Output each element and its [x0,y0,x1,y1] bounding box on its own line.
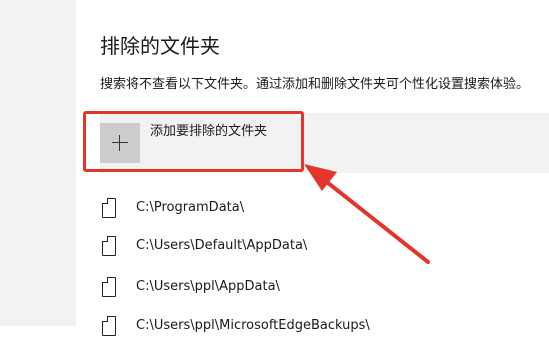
folder-path: C:\ProgramData\ [136,200,245,215]
folder-icon [101,235,116,256]
folder-path: C:\Users\Default\AppData\ [136,238,308,253]
folder-path: C:\Users\ppl\AppData\ [136,279,280,294]
highlight-box [83,111,304,172]
folder-icon [101,315,116,336]
left-strip [0,0,76,326]
section-description: 搜索将不查看以下文件夹。通过添加和删除文件夹可个性化设置搜索体验。 [100,77,530,92]
folder-icon [101,197,116,218]
folder-icon [101,276,116,297]
section-title: 排除的文件夹 [100,34,220,58]
folder-path: C:\Users\ppl\MicrosoftEdgeBackups\ [136,318,370,333]
